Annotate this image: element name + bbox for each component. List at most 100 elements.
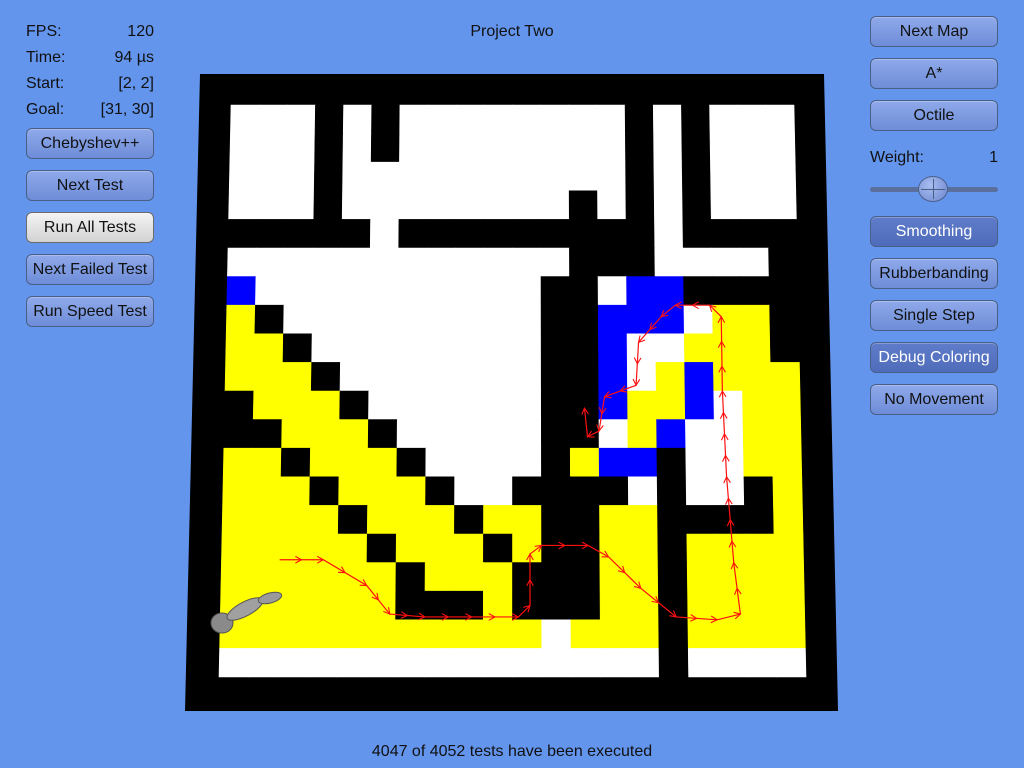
grid-cell [743,447,774,478]
grid-cell [540,333,571,363]
grid-cell [248,648,279,678]
grid-cell [426,304,456,335]
grid-cell [745,562,776,592]
grid-cell [278,590,309,621]
grid-cell [309,476,340,506]
grid-cell [738,190,769,220]
grid-cell [255,247,286,277]
grid-cell [541,447,571,478]
grid-cell [569,362,600,392]
grid-cell [370,133,400,163]
grid-cell [625,133,655,163]
grid-cell [765,104,795,134]
grid-cell [541,476,571,506]
grid-cell [483,390,513,420]
grid-cell [772,476,803,506]
grid-cell [427,104,457,134]
grid-cell [628,590,659,621]
grid-cell [654,276,685,306]
grid-cell [341,190,372,220]
grid-cell [313,219,343,249]
grid-cell [397,333,427,363]
grid-cell [283,276,314,306]
grid-cell [570,562,601,592]
grid-cell [251,476,282,506]
grid-cell [767,190,797,220]
grid-cell [568,133,598,163]
grid-cell [710,219,741,249]
grid-cell [312,247,343,277]
grid-cell [314,133,344,163]
grid-cell [597,161,627,192]
grid-cell [681,133,711,163]
grid-cell [251,447,282,478]
grid-cell [282,333,313,363]
grid-cell [681,104,711,134]
grid-cell [394,648,425,678]
grid-cell [368,390,398,420]
grid-cell [657,505,688,535]
grid-cell [257,161,287,192]
grid-cell [455,276,485,306]
grid-cell [366,505,397,535]
grid-cell [540,104,570,134]
grid-cell [248,619,279,649]
grid-cell [455,190,485,220]
grid-cell [512,104,542,134]
grid-cell [709,104,739,134]
grid-cell [483,304,513,335]
grid-cell [658,619,689,649]
grid-cell [426,276,456,306]
grid-cell [341,247,371,277]
grid-cell [483,161,513,192]
status-message: 4047 of 4052 tests have been executed [371,743,653,760]
grid-cell [710,161,740,192]
grid-cell [771,419,802,449]
grid-cell [424,619,455,649]
grid-cell [312,276,342,306]
grid-cell [540,304,571,335]
grid-cell [683,333,714,363]
grid-cell [773,533,804,563]
grid-cell [772,447,803,478]
grid-cell [395,505,426,535]
grid-cell [483,133,513,163]
grid-cell [599,619,630,649]
grid-cell [770,390,801,420]
grid-cell [768,247,798,277]
grid-cell [599,505,630,535]
grid-cell [597,276,628,306]
grid-cell [687,648,719,678]
grid-cell [599,590,630,621]
pathfinding-grid[interactable] [0,0,1024,768]
grid-cell [775,619,806,649]
grid-cell [512,190,542,220]
grid-cell [336,648,367,678]
grid-cell [740,276,770,306]
grid-cell [454,447,484,478]
grid-cell [568,161,598,192]
grid-cell [365,648,396,678]
grid-cell [286,104,316,134]
grid-cell [398,161,428,192]
grid-cell [283,304,313,335]
grid-cell [656,447,687,478]
grid-cell [250,533,281,563]
grid-cell [425,362,456,392]
grid-cell [342,133,372,163]
grid-cell [624,104,654,134]
grid-cell [655,390,686,420]
grid-cell [596,104,626,134]
grid-cell [512,476,542,506]
grid-cell [773,505,804,535]
grid-cell [425,447,456,478]
grid-cell [597,219,627,249]
grid-cell [426,333,456,363]
grid-cell [427,161,457,192]
grid-cell [569,419,600,449]
grid-cell [229,133,259,163]
grid-cell [396,476,427,506]
grid-cell [512,390,542,420]
grid-cell [425,390,456,420]
grid-cell [769,304,800,335]
